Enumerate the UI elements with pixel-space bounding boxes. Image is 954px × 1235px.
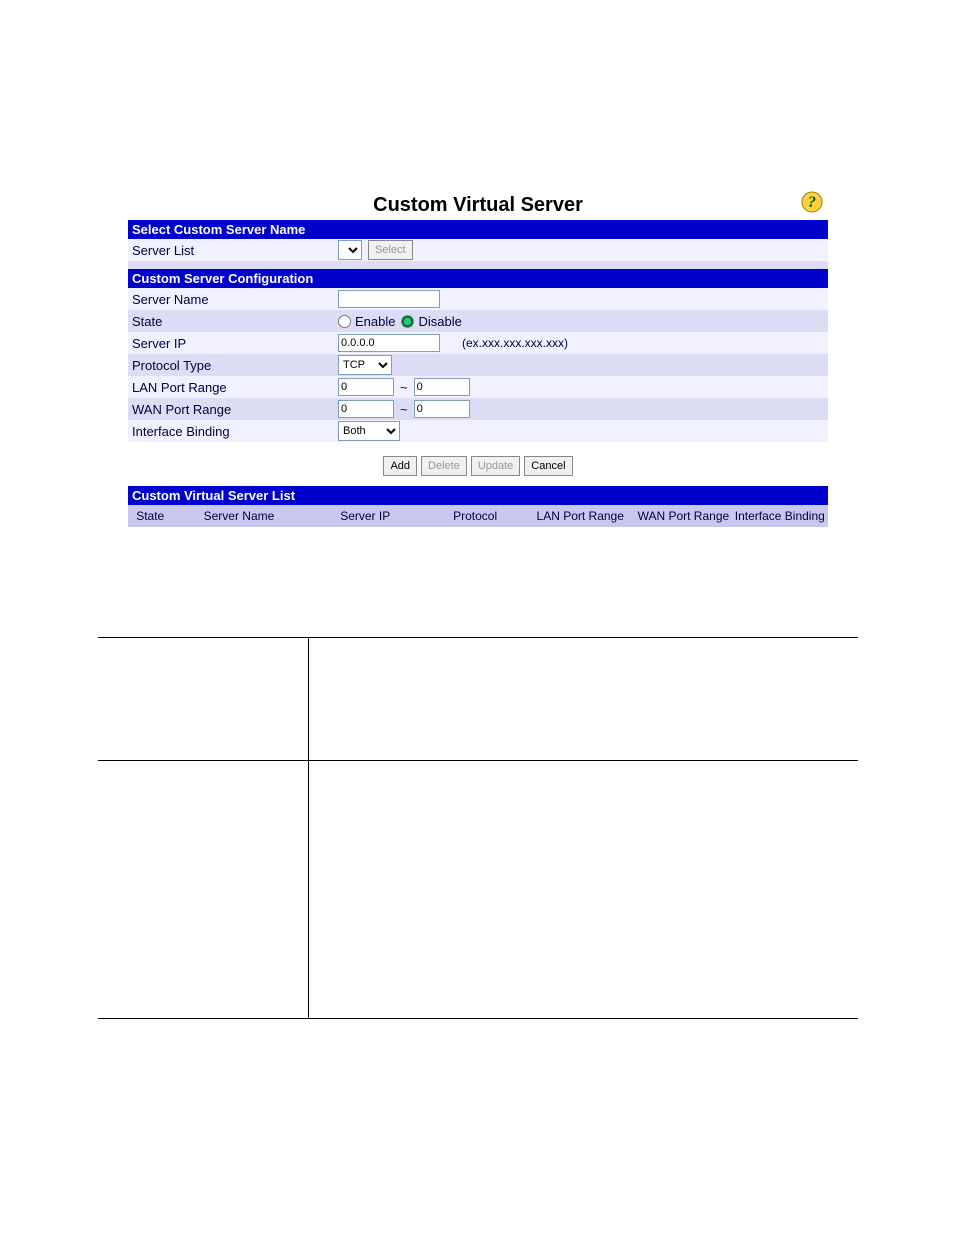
interface-binding-label: Interface Binding <box>132 424 338 439</box>
server-ip-row: Server IP (ex.xxx.xxx.xxx.xxx) <box>128 332 828 354</box>
col-server-name: Server Name <box>172 505 305 527</box>
desc-bullet-list-a: . . . <box>331 787 840 854</box>
section-custom-virtual-server-list: Custom Virtual Server List <box>128 486 828 505</box>
lan-port-row: LAN Port Range ~ <box>128 376 828 398</box>
cancel-button[interactable]: Cancel <box>524 456 572 476</box>
col-lan-port: LAN Port Range <box>525 505 635 527</box>
lan-port-from-input[interactable] <box>338 378 394 396</box>
select-button[interactable]: Select <box>368 240 413 260</box>
server-name-label: Server Name <box>132 292 338 307</box>
wan-port-label: WAN Port Range <box>132 402 338 417</box>
bullet-icon: . <box>357 812 840 829</box>
wan-port-to-input[interactable] <box>414 400 470 418</box>
delete-button[interactable]: Delete <box>421 456 467 476</box>
server-list-dropdown[interactable] <box>338 240 362 260</box>
desc-row-2-content: . . . . . <box>309 761 859 1019</box>
range-separator: ~ <box>400 380 408 395</box>
desc-bullet-list-b: . . <box>331 922 840 984</box>
add-button[interactable]: Add <box>383 456 417 476</box>
custom-virtual-server-panel: Custom Virtual Server ? Select Custom Se… <box>128 190 828 527</box>
wan-port-from-input[interactable] <box>338 400 394 418</box>
page-title: Custom Virtual Server <box>128 194 828 217</box>
desc-row-2-label <box>98 761 309 1019</box>
server-ip-input[interactable] <box>338 334 440 352</box>
spacer <box>128 261 828 269</box>
bullet-icon: . <box>357 922 840 939</box>
server-list-label: Server List <box>132 243 338 258</box>
lan-port-label: LAN Port Range <box>132 380 338 395</box>
state-enable-radio[interactable] <box>338 315 351 328</box>
svg-text:?: ? <box>808 194 816 211</box>
protocol-label: Protocol Type <box>132 358 338 373</box>
protocol-select[interactable]: TCP <box>338 355 392 375</box>
bullet-icon: . <box>357 787 840 804</box>
lan-port-to-input[interactable] <box>414 378 470 396</box>
interface-binding-select[interactable]: Both <box>338 421 400 441</box>
protocol-row: Protocol Type TCP <box>128 354 828 376</box>
state-disable-radio[interactable] <box>401 315 414 328</box>
bullet-icon: . <box>357 837 840 854</box>
section-custom-server-configuration: Custom Server Configuration <box>128 269 828 288</box>
desc-row-1-content <box>309 638 859 761</box>
range-separator: ~ <box>400 402 408 417</box>
desc-row-1-label <box>98 638 309 761</box>
col-server-ip: Server IP <box>305 505 425 527</box>
server-name-row: Server Name <box>128 288 828 310</box>
server-list-header: State Server Name Server IP Protocol LAN… <box>128 505 828 527</box>
state-disable-label: Disable <box>418 314 461 329</box>
server-name-input[interactable] <box>338 290 440 308</box>
bullet-icon: . <box>357 967 840 984</box>
section-select-custom-server-name: Select Custom Server Name <box>128 220 828 239</box>
action-button-row: Add Delete Update Cancel <box>128 442 828 486</box>
description-table: . . . . . <box>98 637 858 1019</box>
state-enable-label: Enable <box>355 314 395 329</box>
col-protocol: Protocol <box>425 505 525 527</box>
col-iface: Interface Binding <box>732 505 828 527</box>
state-label: State <box>132 314 338 329</box>
col-state: State <box>128 505 172 527</box>
col-wan-port: WAN Port Range <box>635 505 731 527</box>
wan-port-row: WAN Port Range ~ <box>128 398 828 420</box>
server-list-row: Server List Select <box>128 239 828 261</box>
update-button[interactable]: Update <box>471 456 520 476</box>
interface-binding-row: Interface Binding Both <box>128 420 828 442</box>
server-ip-label: Server IP <box>132 336 338 351</box>
help-icon[interactable]: ? <box>800 190 824 219</box>
panel-title-row: Custom Virtual Server ? <box>128 190 828 220</box>
state-row: State Enable Disable <box>128 310 828 332</box>
server-ip-hint: (ex.xxx.xxx.xxx.xxx) <box>462 336 568 350</box>
